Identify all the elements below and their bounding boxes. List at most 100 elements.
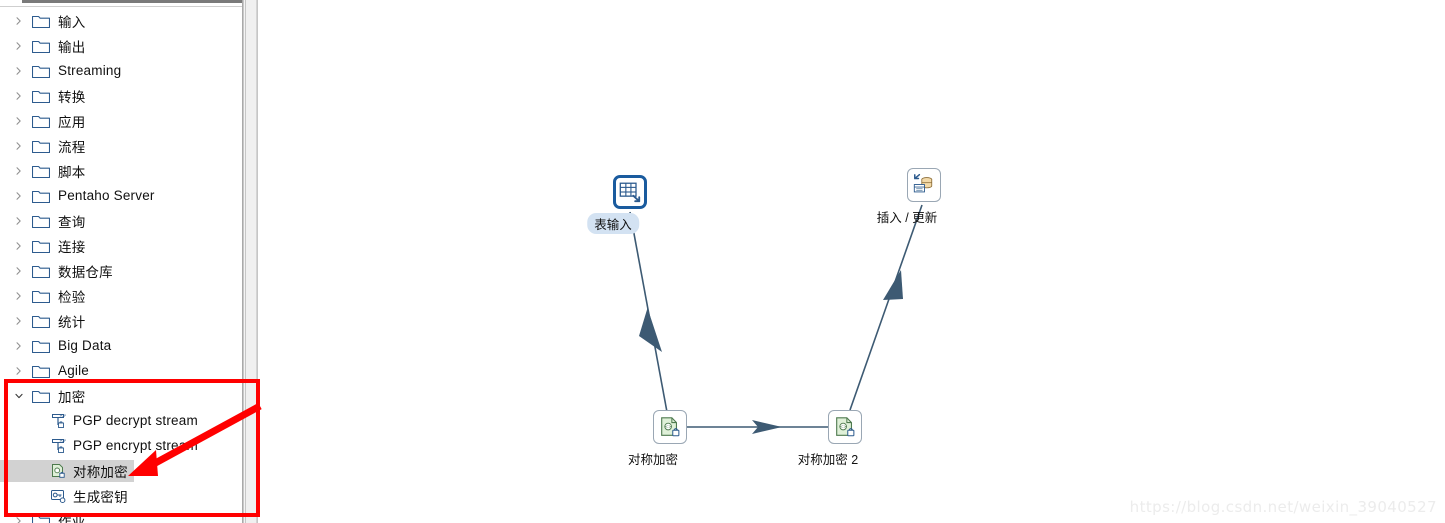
tree-item-4[interactable]: 应用	[0, 108, 243, 133]
step-label-symmetric-crypto-1: 对称加密	[627, 453, 679, 467]
watermark-text: https://blog.csdn.net/weixin_39040527	[1129, 498, 1437, 516]
tree-item-label: Agile	[58, 363, 90, 378]
chevron-right-icon[interactable]	[12, 141, 26, 151]
folder-icon	[31, 389, 51, 403]
chevron-right-icon[interactable]	[12, 291, 26, 301]
tree-item-label: PGP decrypt stream	[73, 413, 198, 428]
tree-item-19[interactable]: 生成密钥	[0, 483, 243, 508]
tree-item-13[interactable]: Big Data	[0, 333, 243, 358]
symmetric-crypto-icon	[50, 463, 66, 479]
insert-update-icon[interactable]	[907, 168, 941, 202]
folder-icon	[31, 114, 51, 128]
tree-item-5[interactable]: 流程	[0, 133, 243, 158]
folder-icon	[31, 289, 51, 303]
chevron-right-icon[interactable]	[12, 216, 26, 226]
tree-leaf-wrapper[interactable]: 对称加密	[0, 459, 134, 482]
folder-icon	[31, 139, 51, 153]
tree-item-label: Pentaho Server	[58, 188, 155, 203]
tree-item-1[interactable]: 输出	[0, 33, 243, 58]
folder-icon	[31, 339, 51, 353]
folder-icon	[31, 64, 51, 78]
chevron-right-icon[interactable]	[12, 241, 26, 251]
chevron-right-icon[interactable]	[12, 341, 26, 351]
tree-item-12[interactable]: 统计	[0, 308, 243, 333]
folder-icon	[31, 364, 51, 378]
chevron-right-icon[interactable]	[12, 16, 26, 26]
svg-text:PGP: PGP	[60, 439, 66, 443]
pgp-step-icon: PGP	[50, 438, 66, 454]
steps-tree[interactable]: 输入 输出 Streaming 转换 应用 流程 脚本 Pentaho Serv…	[0, 8, 243, 523]
tree-item-label: 生成密钥	[73, 489, 128, 505]
panel-divider-outer	[256, 0, 257, 523]
step-label-table-input: 表输入	[587, 213, 639, 234]
symmetric-crypto-icon[interactable]: <>	[653, 410, 687, 444]
svg-text:<>: <>	[665, 424, 673, 429]
table-input-icon[interactable]	[613, 175, 647, 209]
tree-item-6[interactable]: 脚本	[0, 158, 243, 183]
chevron-right-icon[interactable]	[12, 191, 26, 201]
tree-leaf-wrapper[interactable]: 生成密钥	[0, 485, 134, 507]
step-label-symmetric-crypto-2: 对称加密 2	[797, 453, 859, 467]
chevron-down-icon[interactable]	[12, 392, 26, 400]
chevron-right-icon[interactable]	[12, 166, 26, 176]
tree-item-15[interactable]: 加密	[0, 383, 243, 408]
folder-icon	[31, 14, 51, 28]
folder-icon	[31, 514, 51, 523]
chevron-right-icon[interactable]	[12, 366, 26, 376]
tree-item-0[interactable]: 输入	[0, 8, 243, 33]
tree-item-label: 加密	[58, 389, 86, 405]
tree-item-16[interactable]: PGP PGP decrypt stream	[0, 408, 243, 433]
folder-icon	[31, 239, 51, 253]
tree-item-2[interactable]: Streaming	[0, 58, 243, 83]
tree-item-label: 对称加密	[73, 464, 128, 480]
chevron-right-icon[interactable]	[12, 41, 26, 51]
folder-icon	[31, 264, 51, 278]
step-label-insert-update: 插入 / 更新	[876, 211, 938, 225]
tree-leaf-wrapper[interactable]: PGP PGP encrypt stream	[0, 437, 204, 455]
tree-item-18[interactable]: 对称加密	[0, 458, 243, 483]
panel-top-divider-thin	[0, 6, 243, 7]
tree-item-8[interactable]: 查询	[0, 208, 243, 233]
tree-item-9[interactable]: 连接	[0, 233, 243, 258]
folder-icon	[31, 314, 51, 328]
tree-leaf-wrapper[interactable]: PGP PGP decrypt stream	[0, 412, 204, 430]
chevron-right-icon[interactable]	[12, 316, 26, 326]
tree-item-label: 输入	[58, 14, 86, 30]
folder-icon	[31, 214, 51, 228]
symmetric-crypto-icon[interactable]: <>	[828, 410, 862, 444]
chevron-right-icon[interactable]	[12, 266, 26, 276]
transformation-canvas[interactable]: 表输入 插入 / 更新 <> 对称加密 <> 对称加密 2	[262, 0, 1445, 523]
tree-item-label: 应用	[58, 114, 86, 130]
steps-panel[interactable]: 输入 输出 Streaming 转换 应用 流程 脚本 Pentaho Serv…	[0, 0, 244, 523]
folder-icon	[31, 39, 51, 53]
tree-item-label: 转换	[58, 89, 86, 105]
folder-icon	[31, 189, 51, 203]
tree-item-label: 输出	[58, 39, 86, 55]
pgp-step-icon: PGP	[50, 413, 66, 429]
tree-item-label: Streaming	[58, 63, 122, 78]
chevron-right-icon[interactable]	[12, 516, 26, 523]
tree-item-label: 连接	[58, 239, 86, 255]
tree-item-17[interactable]: PGP PGP encrypt stream	[0, 433, 243, 458]
tree-item-label: PGP encrypt stream	[73, 438, 198, 453]
chevron-right-icon[interactable]	[12, 116, 26, 126]
generate-key-icon	[50, 488, 66, 504]
tree-item-label: 检验	[58, 289, 86, 305]
tree-item-14[interactable]: Agile	[0, 358, 243, 383]
tree-item-label: 数据仓库	[58, 264, 113, 280]
tree-item-20[interactable]: 作业	[0, 508, 243, 523]
tree-item-3[interactable]: 转换	[0, 83, 243, 108]
svg-text:PGP: PGP	[60, 414, 66, 418]
chevron-right-icon[interactable]	[12, 66, 26, 76]
tree-item-10[interactable]: 数据仓库	[0, 258, 243, 283]
tree-item-7[interactable]: Pentaho Server	[0, 183, 243, 208]
tree-item-label: 统计	[58, 314, 86, 330]
tree-item-label: 作业	[58, 514, 86, 523]
chevron-right-icon[interactable]	[12, 91, 26, 101]
folder-icon	[31, 89, 51, 103]
tree-item-label: Big Data	[58, 338, 112, 353]
tree-item-11[interactable]: 检验	[0, 283, 243, 308]
panel-divider	[242, 0, 243, 523]
folder-icon	[31, 164, 51, 178]
hop-links	[629, 204, 923, 434]
